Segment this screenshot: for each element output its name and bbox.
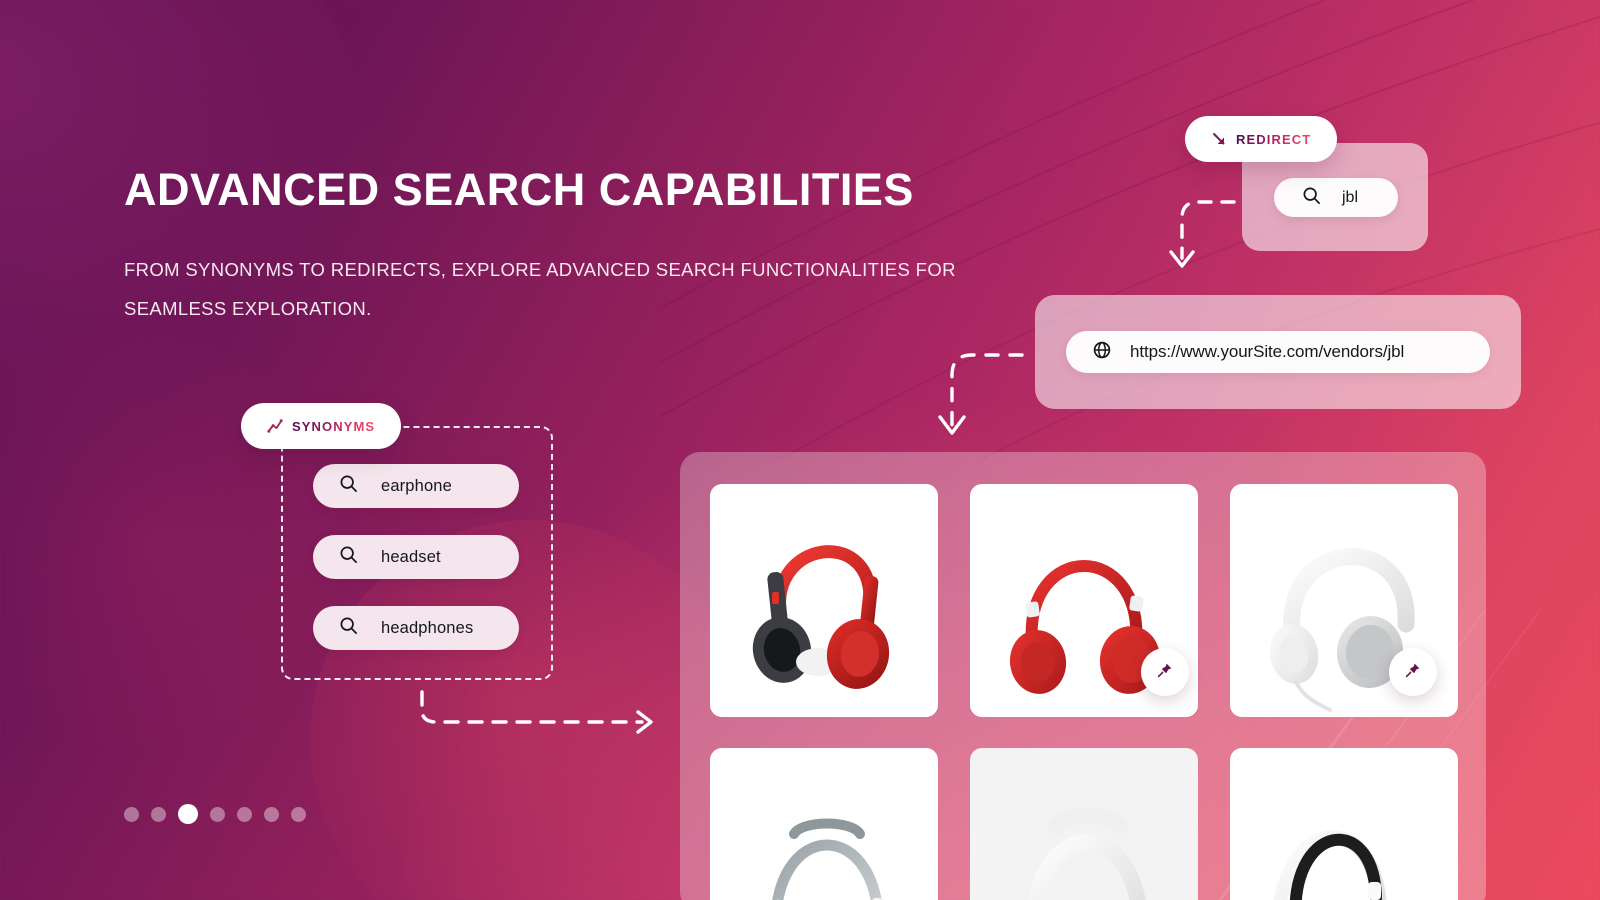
redirect-search-input[interactable]: jbl [1274, 178, 1398, 217]
carousel-pagination[interactable] [124, 804, 306, 824]
synonym-chip-label: earphone [381, 476, 452, 495]
pagination-dot-7[interactable] [291, 806, 306, 822]
redirect-search-value: jbl [1342, 188, 1359, 206]
product-image [769, 818, 885, 900]
url-value: https://www.yourSite.com/vendors/jbl [1130, 342, 1405, 361]
synonym-chip-headphones[interactable]: headphones [313, 606, 519, 650]
product-image [752, 545, 890, 689]
pin-icon [1157, 662, 1173, 683]
synonym-chip-headset[interactable]: headset [313, 535, 519, 579]
product-card-white-headphones[interactable] [970, 748, 1198, 900]
synonyms-chip-list: earphone headset headphones [313, 464, 519, 650]
product-card-gray-white-headphones[interactable] [710, 748, 938, 900]
redirect-badge[interactable]: REDIRECT [1185, 116, 1338, 162]
pagination-dot-6[interactable] [264, 806, 279, 822]
page-subtitle: FROM SYNONYMS TO REDIRECTS, EXPLORE ADVA… [124, 259, 956, 319]
url-input[interactable]: https://www.yourSite.com/vendors/jbl [1066, 331, 1490, 373]
product-grid: PINNING [710, 484, 1458, 900]
synonym-chip-label: headset [381, 547, 441, 566]
search-icon [339, 616, 358, 640]
arrow-down-right-icon [1211, 131, 1227, 147]
trend-line-icon [267, 418, 283, 434]
globe-icon [1092, 340, 1112, 365]
pagination-dot-2[interactable] [151, 806, 166, 822]
redirect-down-arrow [1169, 200, 1236, 268]
pagination-dot-1[interactable] [124, 806, 139, 822]
pagination-dot-3[interactable] [178, 804, 198, 824]
synonym-chip-label: headphones [381, 618, 474, 637]
redirect-badge-label: REDIRECT [1236, 131, 1312, 147]
search-icon [1302, 186, 1321, 210]
page-title: ADVANCED SEARCH CAPABILITIES [124, 164, 914, 215]
url-to-grid-arrow [938, 353, 1024, 435]
product-card-red-black-on-ear-headphones[interactable]: PINNING [710, 484, 938, 717]
synonyms-badge[interactable]: SYNONYMS [241, 403, 402, 449]
pagination-dot-5[interactable] [237, 806, 252, 822]
pin-button-red-over-ear-headphones[interactable] [1141, 648, 1189, 696]
search-icon [339, 474, 358, 498]
search-icon [339, 545, 358, 569]
pin-icon [1405, 662, 1421, 683]
pin-button-white-over-ear-headphones[interactable] [1389, 648, 1437, 696]
synonyms-to-grid-arrow [420, 690, 653, 734]
pagination-dot-4[interactable] [210, 806, 225, 822]
product-image [1028, 807, 1146, 900]
synonym-chip-earphone[interactable]: earphone [313, 464, 519, 508]
product-image [1273, 830, 1387, 900]
product-card-white-black-headphones[interactable] [1230, 748, 1458, 900]
synonyms-badge-label: SYNONYMS [292, 418, 376, 434]
